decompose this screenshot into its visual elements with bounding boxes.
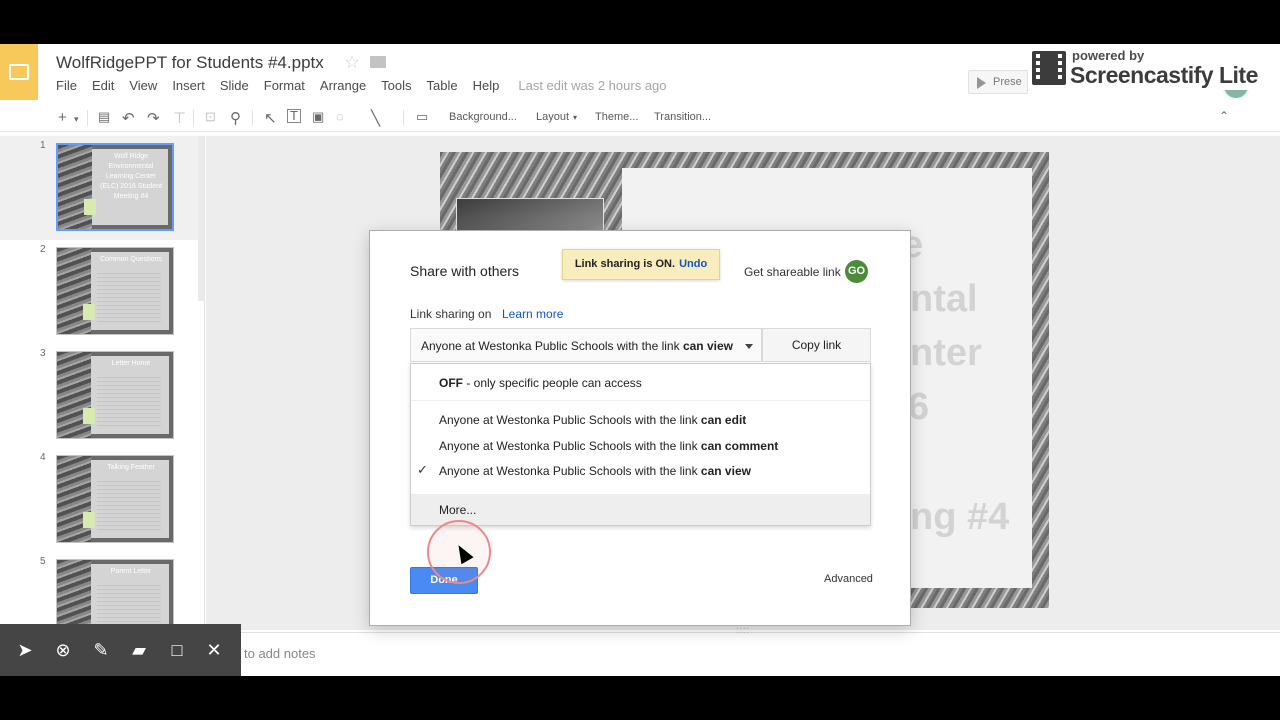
link-permission-select[interactable]: Anyone at Westonka Public Schools with t… <box>410 328 762 362</box>
menu-item-can-edit[interactable]: Anyone at Westonka Public Schools with t… <box>411 407 870 432</box>
link-sharing-label: Link sharing on <box>410 307 492 321</box>
get-shareable-link-button[interactable]: Get shareable link <box>744 265 841 279</box>
link-sharing-toast: Link sharing is ON. Undo <box>562 249 720 280</box>
link-icon[interactable]: GO <box>845 260 868 283</box>
menu-item-off[interactable]: OFF - only specific people can access <box>411 370 870 395</box>
menu-item-can-view[interactable]: ✓ Anyone at Westonka Public Schools with… <box>411 458 870 483</box>
advanced-link[interactable]: Advanced <box>824 573 873 585</box>
dialog-title: Share with others <box>410 263 519 279</box>
dropdown-arrow-icon <box>745 344 753 349</box>
check-icon: ✓ <box>417 462 428 477</box>
app-frame: WolfRidgePPT for Students #4.pptx ☆ File… <box>0 44 1280 676</box>
menu-item-can-comment[interactable]: Anyone at Westonka Public Schools with t… <box>411 433 870 458</box>
menu-item-more[interactable]: More... <box>411 494 870 525</box>
menu-divider <box>411 400 870 401</box>
permission-menu: OFF - only specific people can access An… <box>410 363 871 526</box>
copy-link-button[interactable]: Copy link <box>762 328 871 362</box>
undo-link[interactable]: Undo <box>679 258 707 270</box>
learn-more-link[interactable]: Learn more <box>502 307 563 321</box>
